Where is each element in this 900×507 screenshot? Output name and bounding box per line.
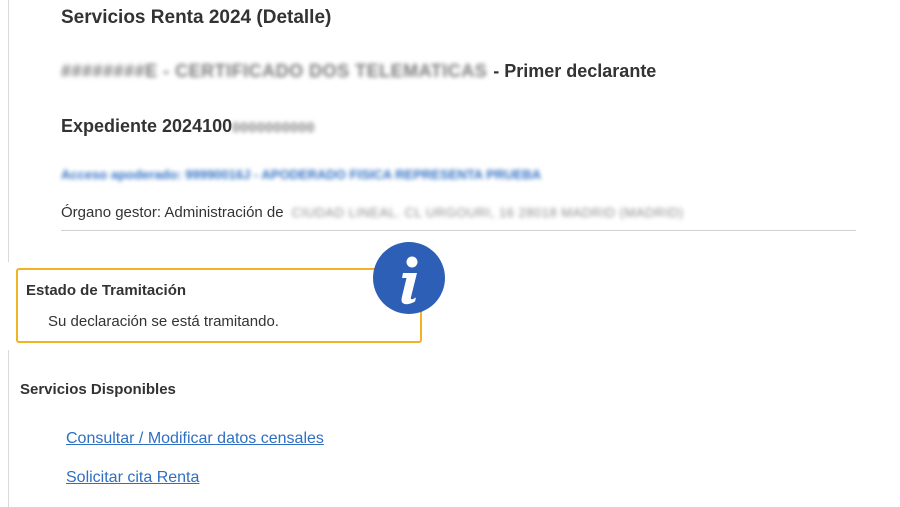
page-title: Servicios Renta 2024 (Detalle) (61, 7, 332, 28)
expediente-redacted: 0000000000 (232, 118, 315, 135)
renta-detail-page: Servicios Renta 2024 (Detalle) ########E… (0, 0, 900, 507)
info-icon (373, 242, 445, 314)
expediente-line: Expediente 2024100 0000000000 (61, 116, 315, 137)
declarant-redacted: ########E - CERTIFICADO DOS TELEMATICAS (61, 61, 488, 81)
left-divider (8, 0, 9, 262)
apoderado-link[interactable]: Acceso apoderado: 99990016J - APODERADO … (61, 167, 541, 182)
solicitar-cita-renta-link[interactable]: Solicitar cita Renta (66, 469, 199, 487)
organo-label: Órgano gestor: Administración de (61, 204, 284, 221)
services-title: Servicios Disponibles (20, 381, 176, 398)
left-divider (8, 350, 9, 507)
organo-redacted: CIUDAD LINEAL. CL URGOURI, 16 28018 MADR… (291, 205, 684, 220)
status-text: Su declaración se está tramitando. (48, 313, 279, 330)
status-title: Estado de Tramitación (26, 282, 187, 299)
declarant-line: ########E - CERTIFICADO DOS TELEMATICAS … (61, 61, 656, 82)
expediente-label: Expediente 2024100 (61, 116, 233, 136)
status-box: Estado de Tramitación Su declaración se … (16, 268, 422, 343)
organo-gestor: Órgano gestor: Administración de CIUDAD … (61, 204, 856, 231)
declarant-suffix: - Primer declarante (493, 61, 657, 81)
consultar-modificar-datos-censales-link[interactable]: Consultar / Modificar datos censales (66, 430, 324, 448)
